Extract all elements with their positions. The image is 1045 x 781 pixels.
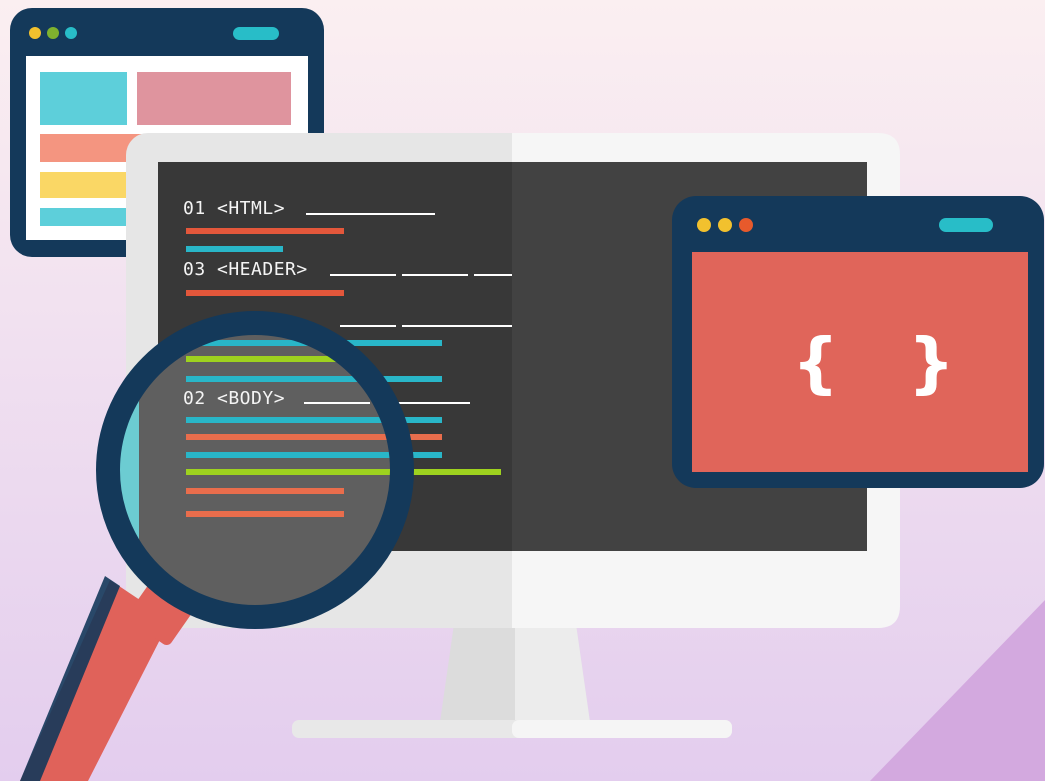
code-bar	[186, 246, 283, 252]
window-dot-green	[47, 27, 59, 39]
code-line-html: 01 <HTML>	[183, 198, 286, 219]
window-dot-yellow	[29, 27, 41, 39]
window-address-pill	[939, 218, 993, 232]
code-line-body: 02 <BODY>	[183, 388, 286, 409]
code-braces-icon: { }	[792, 324, 955, 401]
code-line-header: 03 <HEADER>	[183, 259, 308, 280]
wireframe-block-pink	[137, 72, 291, 125]
window-dot-yellow	[697, 218, 711, 232]
code-bar	[186, 290, 344, 296]
window-address-pill	[233, 27, 279, 40]
code-bar	[186, 228, 344, 234]
window-dot-yellow-2	[718, 218, 732, 232]
wireframe-block-teal	[40, 72, 127, 125]
window-dot-teal	[65, 27, 77, 39]
window-dot-orange	[739, 218, 753, 232]
